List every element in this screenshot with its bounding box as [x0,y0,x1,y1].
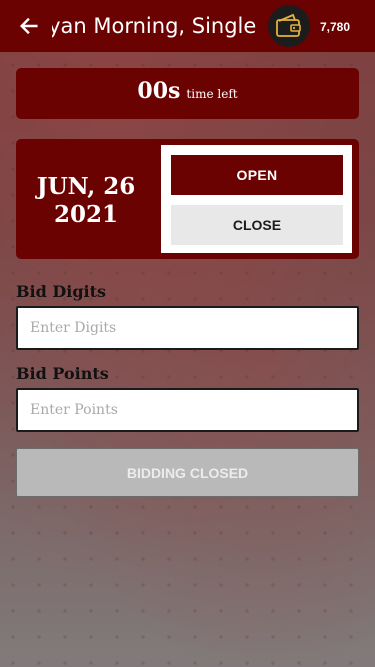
session-selector: OPEN CLOSE [161,145,352,253]
wallet-icon [276,13,301,37]
bid-digits-input[interactable] [16,306,359,350]
bidding-closed-button[interactable]: BIDDING CLOSED [16,448,359,497]
wallet-button[interactable] [268,5,310,47]
bid-points-input[interactable] [16,388,359,432]
timer-caption: time left [186,87,238,101]
app-bar: Kalyan Morning, Single Digit 7,780 [0,0,375,52]
bid-digits-label: Bid Digits [16,282,106,301]
session-card: JUN, 26 2021 OPEN CLOSE [16,139,359,259]
back-button[interactable] [14,11,44,41]
countdown-timer: 00s time left [16,68,359,119]
timer-value: 00s [137,78,181,104]
bid-date-year: 2021 [53,201,118,228]
wallet-balance: 7,780 [320,20,351,34]
page-title: Kalyan Morning, Single Digit [52,14,264,38]
bid-date: JUN, 26 2021 [16,173,156,229]
title-marquee: Kalyan Morning, Single Digit [52,0,264,52]
bid-date-day: JUN, 26 [36,173,136,200]
close-session-button[interactable]: CLOSE [171,205,343,245]
arrow-left-icon [19,17,38,35]
open-session-button[interactable]: OPEN [171,155,343,195]
bid-points-label: Bid Points [16,364,109,383]
